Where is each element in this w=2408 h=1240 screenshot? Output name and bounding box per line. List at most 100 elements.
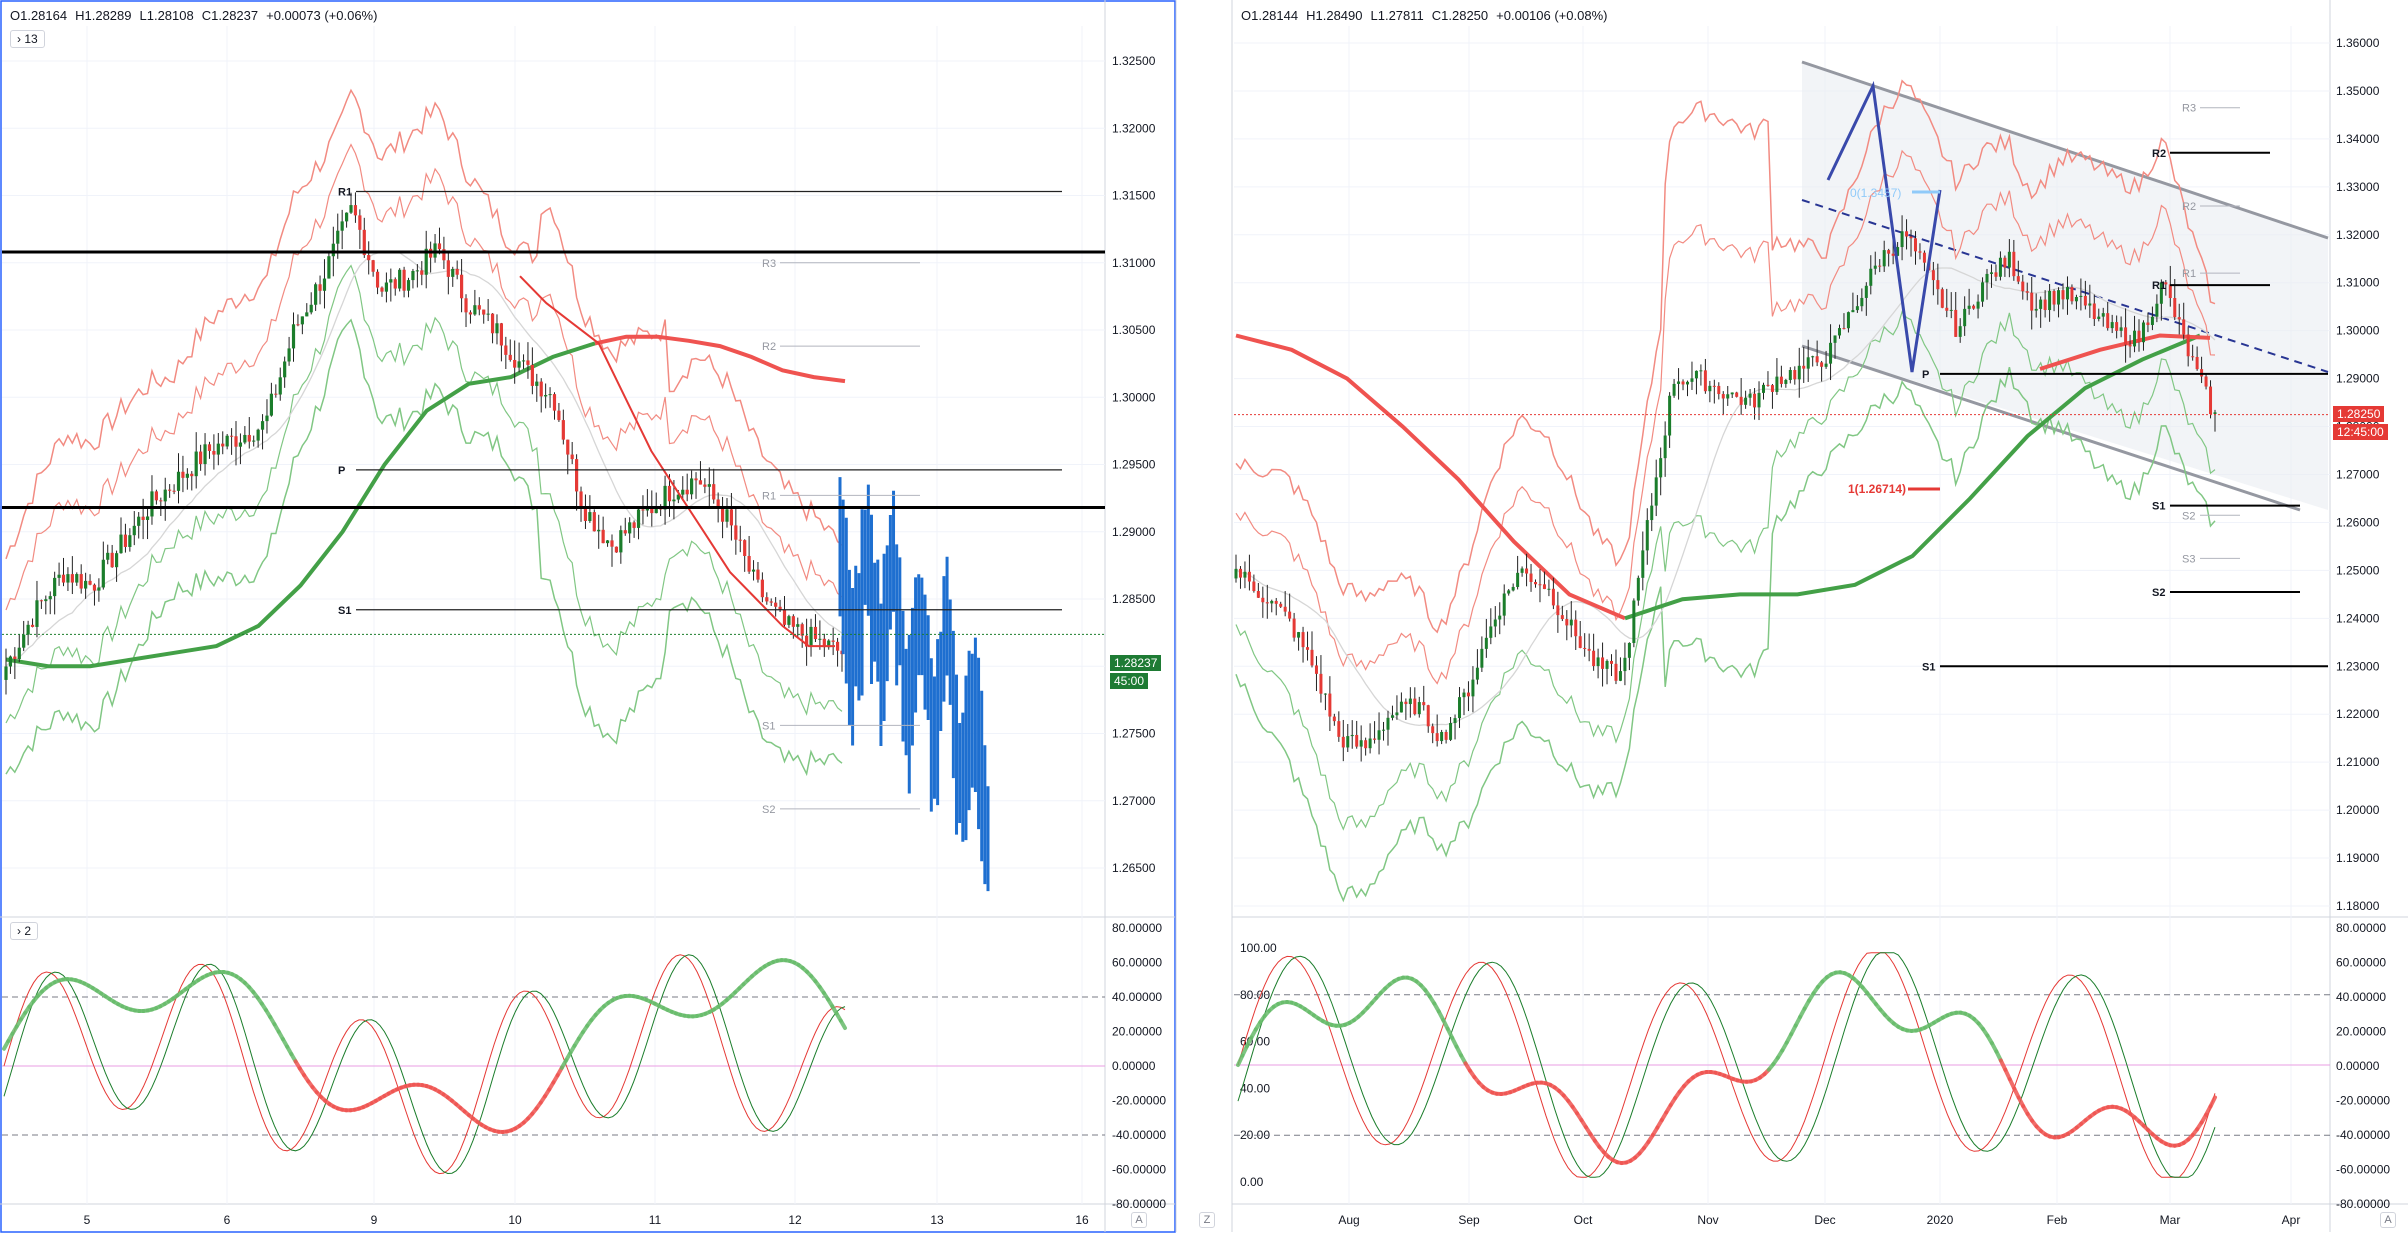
- zoom-button[interactable]: Z: [1199, 1212, 1215, 1228]
- left-candle-body: [142, 517, 145, 520]
- right-time-tick: Oct: [1574, 1213, 1593, 1227]
- indicators-toggle-button[interactable]: › 13: [10, 30, 45, 48]
- chevron-right-icon: ›: [17, 924, 21, 938]
- left-candle-body: [150, 491, 153, 516]
- right-candle-body: [1462, 693, 1465, 698]
- right-candle-body: [2182, 319, 2185, 334]
- left-ohlc-readout: O1.28164H1.28289L1.28108C1.28237+0.00073…: [10, 8, 385, 23]
- right-candle-body: [1887, 250, 1890, 254]
- right-candle-body: [1856, 306, 1859, 310]
- right-candle-body: [1901, 231, 1904, 247]
- right-price-tick: 1.20000: [2336, 803, 2380, 817]
- right-candle-body: [1270, 601, 1273, 603]
- right-candle-body: [1834, 335, 1837, 342]
- right-candle-body: [1664, 436, 1667, 459]
- right-candle-body: [1842, 328, 1845, 329]
- right-candle-body: [2142, 323, 2145, 343]
- right-candle-body: [1279, 604, 1282, 607]
- right-close: C1.28250: [1432, 8, 1488, 23]
- left-candle-body: [606, 540, 609, 543]
- left-candle-body: [686, 490, 689, 495]
- left-countdown-tag: 45:00: [1110, 673, 1148, 689]
- right-candle-body: [1498, 616, 1501, 620]
- left-candle-body: [544, 395, 547, 396]
- right-candle-body: [1686, 382, 1689, 385]
- right-candle-body: [1677, 381, 1680, 383]
- left-price-tick: 1.30000: [1112, 390, 1156, 404]
- right-candle-body: [1847, 312, 1850, 328]
- left-candle-body: [279, 377, 282, 394]
- left-candle-body: [146, 516, 149, 520]
- left-candle-body: [327, 256, 330, 278]
- right-candle-body: [1726, 394, 1729, 398]
- right-candle-body: [1471, 680, 1474, 697]
- left-candle-body: [411, 271, 414, 280]
- right-candle-body: [2084, 296, 2087, 306]
- left-candle-body: [416, 270, 419, 271]
- right-candle-body: [2133, 331, 2136, 347]
- right-price-tick: 1.34000: [2336, 132, 2380, 146]
- left-candle-body: [809, 627, 812, 647]
- left-candle-body: [756, 570, 759, 580]
- left-price-tick: 1.29500: [1112, 458, 1156, 472]
- right-osc-tick: 0.00000: [2336, 1059, 2380, 1073]
- right-candle-body: [1999, 258, 2002, 277]
- left-candle-body: [451, 269, 454, 277]
- chevron-right-icon: ›: [17, 32, 21, 46]
- left-candle-body: [212, 451, 215, 455]
- left-time-tick: 16: [1075, 1213, 1089, 1227]
- right-candle-body: [1910, 237, 1913, 239]
- left-candle-body: [164, 490, 167, 502]
- left-candle-body: [407, 280, 410, 291]
- right-candle-body: [1990, 272, 1993, 274]
- right-candle-body: [1798, 366, 1801, 380]
- left-candle-body: [681, 490, 684, 495]
- left-candle-body: [491, 314, 494, 334]
- left-candle-body: [792, 616, 795, 627]
- right-pivot-label: S2: [2152, 587, 2165, 599]
- right-auto-scale-button[interactable]: A: [2380, 1212, 2396, 1228]
- right-osc-tick: -20.00000: [2336, 1094, 2390, 1108]
- right-candle-body: [1302, 632, 1305, 647]
- left-candle-body: [9, 657, 12, 667]
- chart-canvas[interactable]: 1.325001.320001.315001.310001.305001.300…: [0, 0, 2408, 1235]
- left-candle-body: [88, 581, 91, 585]
- left-candle-body: [217, 444, 220, 455]
- right-candle-body: [1994, 272, 1997, 276]
- right-candle-body: [1945, 308, 1948, 311]
- left-candle-body: [22, 635, 25, 648]
- left-osc-fast: [4, 955, 845, 1174]
- left-candle-body: [172, 491, 175, 492]
- right-osc-left-tick: 0.00: [1240, 1175, 1264, 1189]
- left-candle-body: [730, 509, 733, 525]
- left-candle-body: [75, 574, 78, 583]
- left-candle-body: [615, 547, 618, 553]
- right-candle-body: [1820, 362, 1823, 366]
- right-candle-body: [1802, 366, 1805, 369]
- left-pivot-label: P: [338, 465, 345, 477]
- left-auto-scale-button[interactable]: A: [1131, 1212, 1147, 1228]
- left-candle-body: [518, 361, 521, 367]
- right-minor-pivot-label: R3: [2182, 103, 2196, 115]
- right-osc-left-tick: 40.00: [1240, 1081, 1270, 1095]
- right-candle-body: [1467, 693, 1470, 697]
- right-price-tick: 1.26000: [2336, 515, 2380, 529]
- right-candle-body: [1530, 574, 1533, 582]
- right-candle-body: [1413, 699, 1416, 715]
- left-candle-body: [230, 436, 233, 437]
- left-candle-body: [301, 316, 304, 324]
- oscillator-toggle-button[interactable]: › 2: [10, 922, 38, 940]
- right-candle-body: [2017, 276, 2020, 281]
- right-candle-body: [1391, 715, 1394, 718]
- right-candle-body: [1355, 735, 1358, 747]
- right-candle-body: [2169, 284, 2172, 298]
- left-osc-tick: -60.00000: [1112, 1163, 1166, 1177]
- left-low: L1.28108: [140, 8, 194, 23]
- left-candle-body: [761, 580, 764, 598]
- left-candle-body: [93, 585, 96, 591]
- left-candle-body: [31, 625, 34, 627]
- left-candle-body: [575, 459, 578, 491]
- right-price-tick: 1.33000: [2336, 180, 2380, 194]
- right-candle-body: [1574, 620, 1577, 637]
- right-candle-body: [1829, 343, 1832, 364]
